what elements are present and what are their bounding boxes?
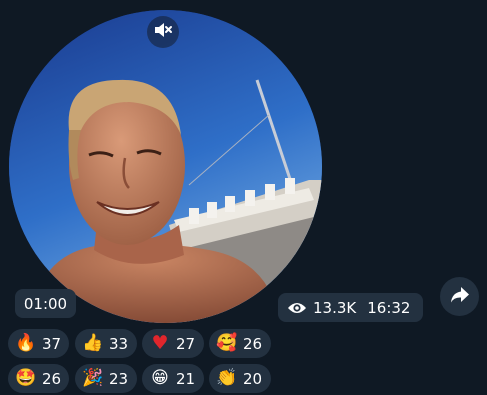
message-time: 16:32 [367,298,411,317]
reaction-count: 23 [109,369,129,388]
smiling-hearts-icon: 🥰 [216,333,238,353]
share-arrow-icon [450,286,470,308]
reaction-star-struck[interactable]: 🤩 26 [8,364,69,393]
grinning-icon: 😁 [151,368,169,388]
message-meta: 13.3K 16:32 [278,293,423,322]
fire-icon: 🔥 [15,333,37,353]
reaction-count: 21 [176,369,196,388]
reaction-count: 20 [243,369,263,388]
view-count: 13.3K [313,298,357,317]
round-video-message[interactable] [9,10,322,323]
video-duration: 01:00 [23,294,68,313]
reaction-smiling-hearts[interactable]: 🥰 26 [209,329,271,358]
reaction-grinning[interactable]: 😁 21 [142,364,204,393]
speaker-muted-icon [153,21,173,43]
reaction-heart[interactable]: ♥ 27 [142,329,204,358]
reaction-count: 26 [42,369,62,388]
chat-view: 01:00 13.3K 16:32 🔥 37 👍 33 ♥ 27 🥰 26 🤩 … [0,0,487,395]
heart-icon: ♥ [151,332,169,354]
mute-toggle-button[interactable] [147,16,179,48]
reaction-count: 33 [109,334,129,353]
video-duration-badge: 01:00 [15,289,76,318]
reaction-party-popper[interactable]: 🎉 23 [75,364,137,393]
party-popper-icon: 🎉 [82,368,104,388]
share-button[interactable] [440,277,479,316]
thumbs-up-icon: 👍 [82,333,104,353]
reaction-count: 26 [243,334,263,353]
reaction-clapping[interactable]: 👏 20 [209,364,271,393]
reaction-fire[interactable]: 🔥 37 [8,329,69,358]
reaction-count: 37 [42,334,62,353]
video-frame [9,10,322,323]
star-struck-icon: 🤩 [15,368,37,388]
reaction-thumbs-up[interactable]: 👍 33 [75,329,137,358]
reaction-count: 27 [176,334,196,353]
clapping-icon: 👏 [216,368,238,388]
eye-icon [287,301,307,315]
